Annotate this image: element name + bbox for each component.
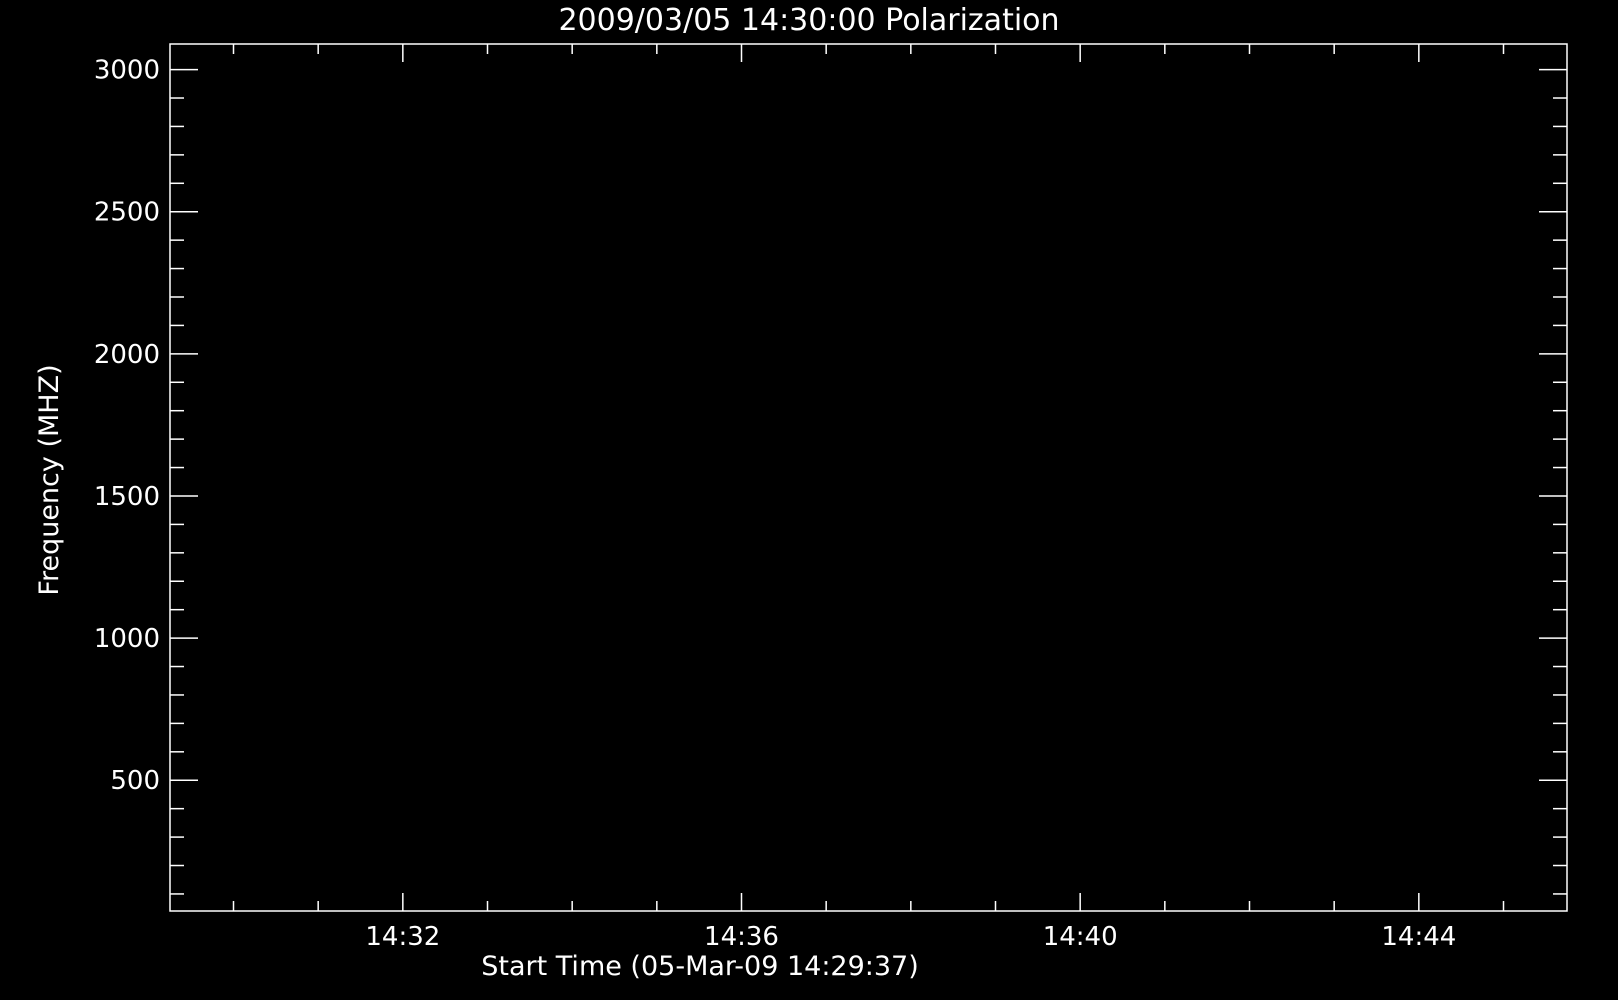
chart-title: 2009/03/05 14:30:00 Polarization	[558, 3, 1059, 38]
x-tick-label: 14:40	[1043, 922, 1118, 952]
y-tick-label: 2500	[94, 198, 160, 228]
y-tick-label: 500	[110, 766, 160, 796]
x-axis-label: Start Time (05-Mar-09 14:29:37)	[481, 951, 919, 982]
x-tick-label: 14:44	[1381, 922, 1456, 952]
x-tick-label: 14:36	[704, 922, 779, 952]
y-tick-label: 2000	[94, 340, 160, 370]
y-tick-label: 3000	[94, 56, 160, 86]
y-tick-label: 1000	[94, 624, 160, 654]
background	[0, 0, 1618, 1000]
y-tick-label: 1500	[94, 482, 160, 512]
x-tick-label: 14:32	[365, 922, 440, 952]
spectrogram-chart: 14:32 14:36 14:40 14:44 500 1000 1500 2000 2500…	[0, 0, 1618, 1000]
y-axis-label: Frequency (MHZ)	[34, 364, 65, 595]
